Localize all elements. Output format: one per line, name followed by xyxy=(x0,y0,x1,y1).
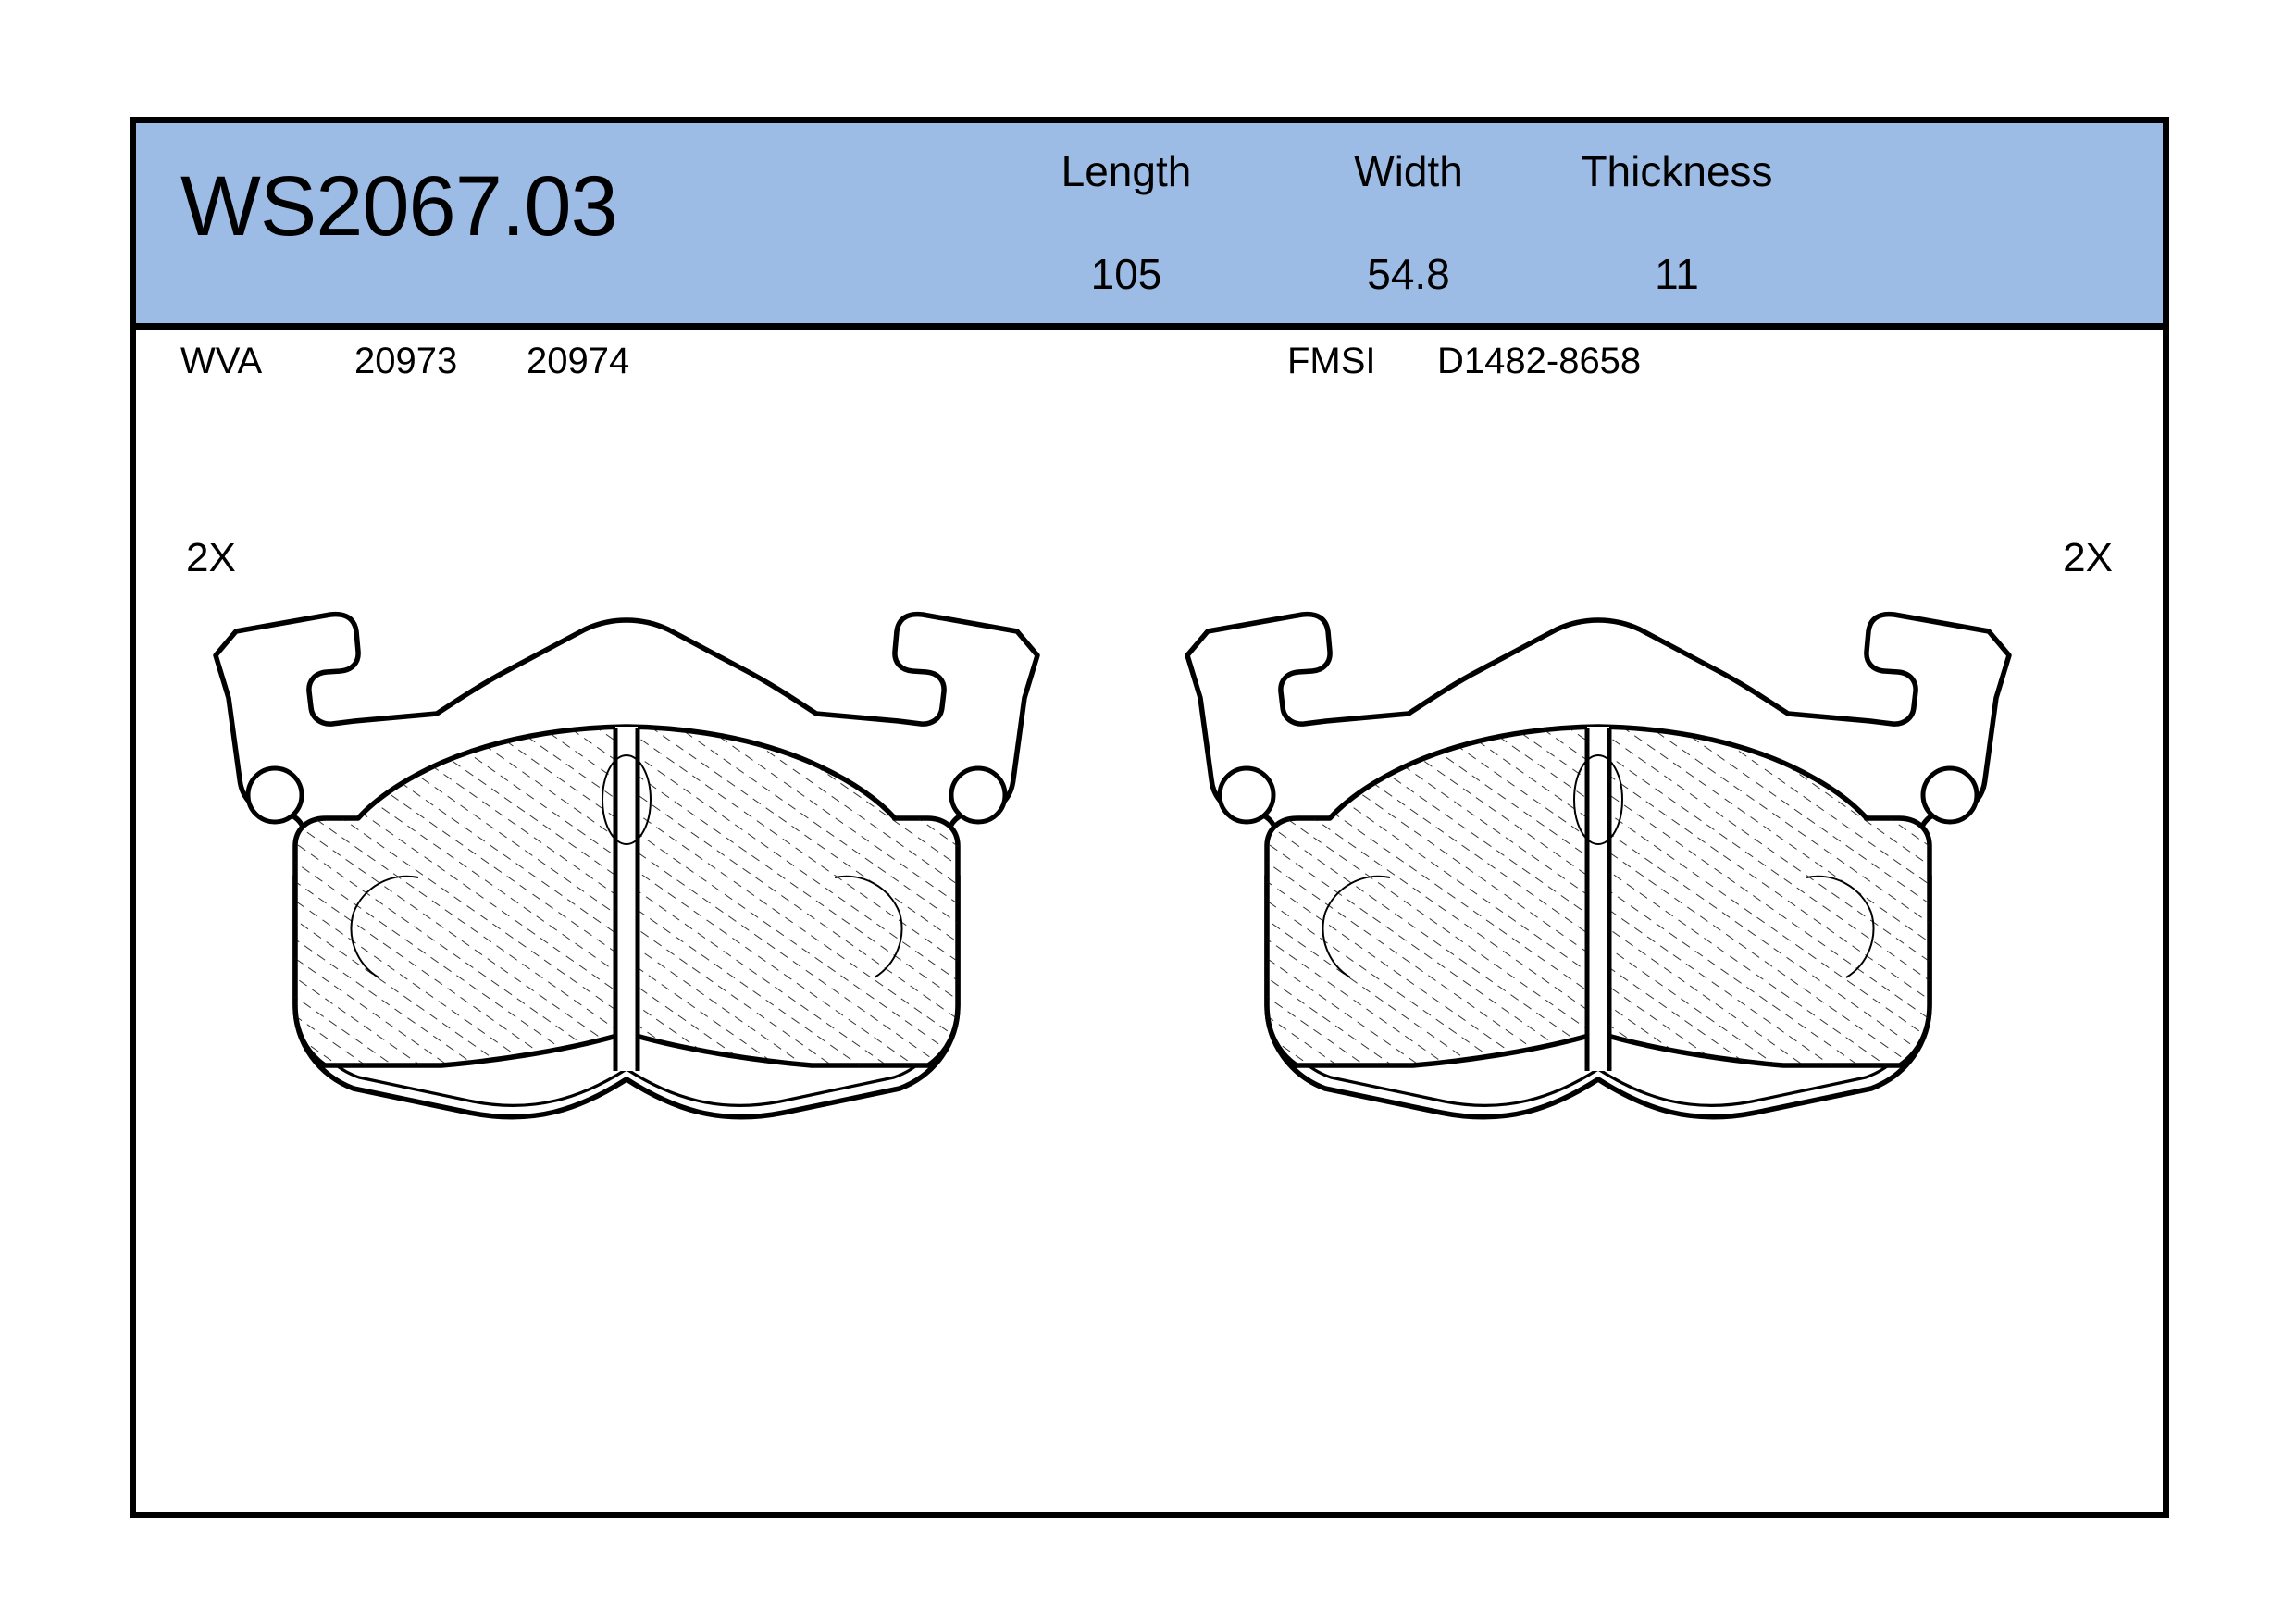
fmsi-label: FMSI xyxy=(1287,341,1376,381)
brake-pad-left xyxy=(164,598,1089,1144)
mounting-hole-left xyxy=(245,765,304,825)
drawing-sheet: WS2067.03 Length 105 Width 54.8 Thicknes… xyxy=(0,0,2296,1618)
drawing-area: 2X 2X xyxy=(136,413,2163,1512)
spec-thickness-label: Thickness xyxy=(1581,147,1773,195)
spec-width-label: Width xyxy=(1354,147,1463,195)
brake-pad-right-illustration xyxy=(1185,611,2012,1120)
quantity-label-left: 2X xyxy=(186,535,236,580)
spec-thickness: Thickness 11 xyxy=(1524,147,1830,299)
wva-value-2: 20974 xyxy=(527,341,630,381)
wva-value-1: 20973 xyxy=(354,341,458,381)
fmsi-value: D1482-8658 xyxy=(1437,341,1642,381)
spec-length-label: Length xyxy=(1061,147,1192,195)
brake-pad-left-illustration xyxy=(213,611,1040,1120)
fmsi-code-group: FMSI D1482-8658 xyxy=(1287,342,1641,380)
mounting-hole-right xyxy=(1920,765,1980,825)
spec-width-value: 54.8 xyxy=(1367,249,1450,298)
spec-width: Width 54.8 xyxy=(1256,147,1561,299)
wva-label: WVA xyxy=(180,341,263,381)
center-slot xyxy=(615,727,638,1071)
spec-length: Length 105 xyxy=(974,147,1279,299)
header-band: WS2067.03 Length 105 Width 54.8 Thicknes… xyxy=(136,123,2163,330)
center-slot xyxy=(1587,727,1609,1071)
code-row: WVA 20973 20974 FMSI D1482-8658 xyxy=(136,330,2163,413)
spec-length-value: 105 xyxy=(1090,249,1162,298)
brake-pad-right xyxy=(1136,598,2061,1144)
mounting-hole-left xyxy=(1217,765,1276,825)
wva-code-group: WVA 20973 20974 xyxy=(180,342,629,380)
mounting-hole-right xyxy=(949,765,1008,825)
part-number: WS2067.03 xyxy=(180,159,618,254)
drawing-frame: WS2067.03 Length 105 Width 54.8 Thicknes… xyxy=(130,117,2169,1518)
spec-thickness-value: 11 xyxy=(1655,249,1699,298)
quantity-label-right: 2X xyxy=(2063,535,2113,580)
